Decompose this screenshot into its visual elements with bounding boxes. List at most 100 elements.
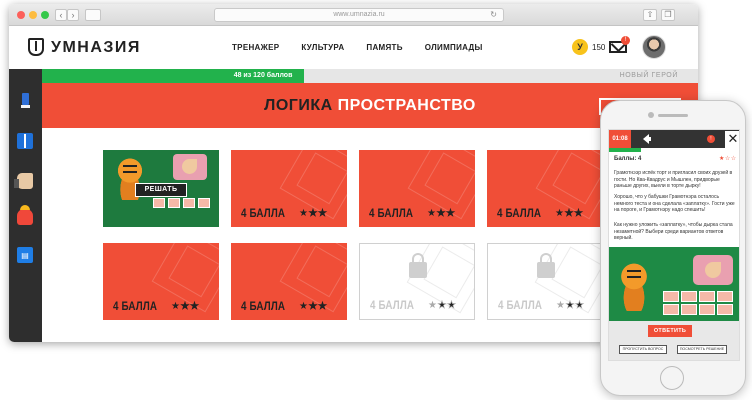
task-topbar: 01:08 !	[609, 130, 739, 148]
pot-icon[interactable]	[17, 205, 33, 225]
tabs-icon[interactable]: ❐	[661, 9, 675, 21]
timer: 01:08	[609, 130, 631, 148]
task-card-locked: 4 БАЛЛА ★★★	[359, 243, 475, 320]
browser-toolbar: ‹ › www.umnazia.ru ↻ ⇧ ❐	[9, 4, 698, 26]
page-title-category: ЛОГИКА	[264, 97, 333, 114]
task-card[interactable]: 4 БАЛЛА ★★★	[103, 243, 219, 320]
minimize-window-button[interactable]	[29, 11, 37, 19]
calendar-icon[interactable]: ▤	[17, 247, 33, 263]
card-points: 4 БАЛЛА	[370, 298, 415, 312]
mail-badge: !	[621, 36, 630, 45]
close-window-button[interactable]	[17, 11, 25, 19]
answer-option[interactable]	[681, 304, 697, 315]
star-empty-icon: ★	[317, 301, 328, 313]
page-title-topic: ПРОСТРАНСТВО	[337, 97, 476, 114]
answer-option[interactable]	[681, 291, 697, 302]
nav-item-culture[interactable]: КУЛЬТУРА	[301, 43, 344, 52]
score-progress-bar: 48 из 120 баллов НОВЫЙ ГЕРОЙ	[42, 69, 698, 83]
phone-screen: 01:08 ! ✕ Баллы: 4 ★☆☆ Грамотнээр испёк …	[608, 129, 740, 361]
answer-option[interactable]	[699, 291, 715, 302]
forward-button[interactable]: ›	[67, 9, 79, 21]
answer-button[interactable]: ОТВЕТИТЬ	[648, 325, 692, 337]
logo-shield-icon[interactable]	[28, 38, 44, 56]
nav-item-memory[interactable]: ПАМЯТЬ	[366, 43, 402, 52]
card-stars: ★★★	[299, 301, 328, 313]
browser-window: ‹ › www.umnazia.ru ↻ ⇧ ❐ УМНАЗИЯ ТРЕНАЖЕ…	[9, 4, 698, 342]
phone-home-button	[660, 366, 684, 390]
star-empty-icon: ★	[445, 208, 456, 220]
star-empty-icon: ★	[446, 300, 457, 312]
answer-options	[663, 291, 735, 315]
left-sidebar: ▤	[9, 69, 42, 342]
maximize-window-button[interactable]	[41, 11, 49, 19]
url-text: www.umnazia.ru	[333, 11, 385, 18]
lock-icon	[537, 253, 555, 278]
task-card[interactable]: 4 БАЛЛА ★★★	[231, 243, 347, 320]
card-stars: ★★★	[299, 208, 328, 220]
share-icon[interactable]: ⇧	[643, 9, 657, 21]
card-points: 4 БАЛЛА	[497, 206, 542, 220]
site-logo[interactable]: УМНАЗИЯ	[51, 39, 141, 57]
thumb-icon[interactable]	[14, 173, 33, 189]
solve-button[interactable]: РЕШАТЬ	[135, 183, 187, 197]
skip-question-button[interactable]: ПРОПУСТИТЬ ВОПРОС	[619, 345, 667, 354]
task-progress-bar	[609, 148, 641, 152]
back-button[interactable]: ‹	[55, 9, 67, 21]
star-empty-icon: ★	[437, 300, 447, 312]
answer-option[interactable]	[699, 304, 715, 315]
tiger-character-image	[615, 263, 653, 311]
task-text-2: Хорошо, что у бабушки Грамотнэра осталос…	[614, 194, 735, 213]
site-header: УМНАЗИЯ ТРЕНАЖЕР КУЛЬТУРА ПАМЯТЬ ОЛИМПИА…	[9, 26, 698, 69]
alert-icon[interactable]: !	[707, 135, 715, 143]
task-stars: ★☆☆	[719, 156, 737, 162]
star-empty-icon: ★	[308, 208, 318, 220]
close-icon[interactable]: ✕	[725, 131, 739, 148]
task-card-locked: 4 БАЛЛА ★★★	[487, 243, 603, 320]
nav-item-trainer[interactable]: ТРЕНАЖЕР	[232, 43, 279, 52]
card-stars: ★★★	[171, 301, 200, 313]
answer-option[interactable]	[663, 291, 679, 302]
card-stars: ★★★	[555, 208, 584, 220]
task-card[interactable]: 4 БАЛЛА ★★★	[359, 150, 475, 227]
task-text-1: Грамотнээр испёк торт и пригласил своих …	[614, 170, 733, 189]
book-icon[interactable]	[17, 133, 33, 149]
phone-mockup: 01:08 ! ✕ Баллы: 4 ★☆☆ Грамотнээр испёк …	[600, 100, 746, 396]
star-empty-icon: ★	[308, 301, 318, 313]
phone-camera	[648, 112, 654, 118]
answer-option[interactable]	[663, 304, 679, 315]
cake-hole-image	[693, 255, 733, 285]
reload-icon[interactable]: ↻	[490, 9, 497, 21]
card-stars: ★★★	[556, 300, 584, 312]
answer-option[interactable]	[717, 304, 733, 315]
coin-count: 150	[592, 43, 606, 52]
card-points: 4 БАЛЛА	[241, 299, 286, 313]
next-rank-label: НОВЫЙ ГЕРОЙ	[619, 72, 678, 79]
task-question: Как нужно уложить «заплатку», чтобы дырк…	[614, 222, 733, 241]
star-empty-icon: ★	[317, 208, 328, 220]
answer-options-preview	[153, 198, 210, 208]
answer-option[interactable]	[717, 291, 733, 302]
cake-hole-image	[173, 154, 207, 180]
pencil-icon[interactable]	[17, 93, 33, 109]
star-empty-icon: ★	[564, 208, 574, 220]
nav-item-olympiads[interactable]: ОЛИМПИАДЫ	[425, 43, 483, 52]
star-empty-icon: ★	[573, 208, 584, 220]
task-illustration	[609, 247, 739, 321]
coin-icon: У	[572, 39, 588, 55]
address-bar[interactable]: www.umnazia.ru ↻	[214, 8, 504, 22]
card-points: 4 БАЛЛА	[369, 206, 414, 220]
star-empty-icon: ★	[180, 301, 190, 313]
star-empty-icon: ★	[189, 301, 200, 313]
answer-panel: ОТВЕТИТЬ ПРОПУСТИТЬ ВОПРОС ПОСМОТРЕТЬ РЕ…	[609, 321, 739, 360]
sidebar-toggle-icon[interactable]	[85, 9, 101, 21]
user-avatar[interactable]	[642, 35, 666, 59]
sound-icon[interactable]	[643, 134, 651, 144]
task-card-current[interactable]: РЕШАТЬ	[103, 150, 219, 227]
task-card[interactable]: 4 БАЛЛА ★★★	[231, 150, 347, 227]
lock-icon	[409, 253, 427, 278]
task-card[interactable]: 4 БАЛЛА ★★★	[487, 150, 603, 227]
card-points: 4 БАЛЛА	[241, 206, 286, 220]
card-points: 4 БАЛЛА	[498, 298, 543, 312]
show-solution-button[interactable]: ПОСМОТРЕТЬ РЕШЕНИЕ	[677, 345, 727, 354]
progress-fill: 48 из 120 баллов	[42, 69, 305, 83]
